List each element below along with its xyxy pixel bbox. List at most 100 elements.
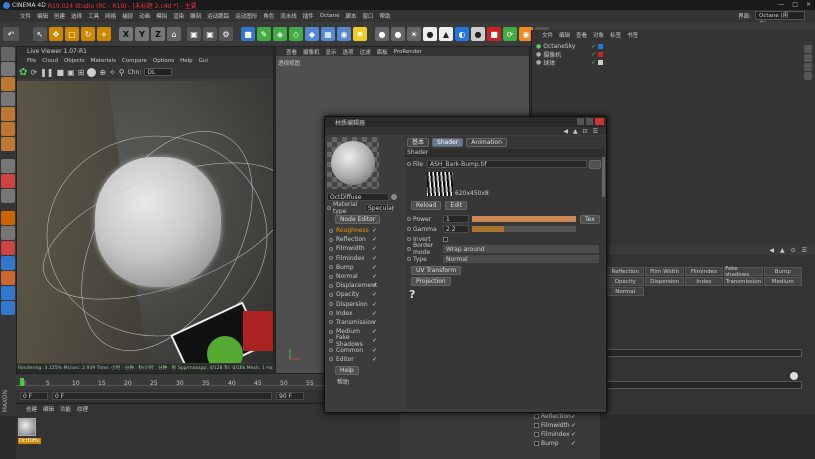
- menu-item-mesh[interactable]: 网格: [105, 12, 116, 20]
- pick-icon[interactable]: ✧: [109, 68, 116, 77]
- pause-icon[interactable]: ❚❚: [40, 68, 53, 77]
- close-button[interactable]: ×: [806, 1, 811, 8]
- channel-row[interactable]: Dispersion ✓: [329, 300, 403, 309]
- om-icon-4[interactable]: [804, 72, 812, 80]
- points-mode-icon[interactable]: [1, 107, 15, 121]
- tweak-icon[interactable]: [1, 174, 15, 188]
- menu-item-create[interactable]: 创建: [54, 12, 65, 20]
- move-tool-icon[interactable]: ✥: [49, 27, 63, 41]
- channel-check[interactable]: ✓: [372, 347, 377, 354]
- om-menu-tags[interactable]: 标签: [610, 31, 621, 39]
- octane-sun-icon[interactable]: ☀: [407, 27, 421, 41]
- octane-material-icon[interactable]: ●: [471, 27, 485, 41]
- minimize-button[interactable]: —: [778, 1, 784, 8]
- uv-transform-button[interactable]: UV Transform: [411, 266, 462, 275]
- region-icon[interactable]: ▣: [67, 68, 75, 77]
- tag-icon[interactable]: [598, 51, 604, 57]
- tab-animation[interactable]: Animation: [466, 137, 507, 147]
- tex-button[interactable]: Tex: [580, 214, 600, 224]
- channel-row[interactable]: Common ✓: [329, 345, 403, 354]
- make-editable-icon[interactable]: [1, 47, 15, 61]
- sculpt-icon[interactable]: [1, 271, 15, 285]
- magnet-icon[interactable]: [1, 211, 15, 225]
- channel-check[interactable]: ✓: [372, 245, 377, 252]
- channel-row[interactable]: Filmindex ✓: [329, 254, 403, 263]
- material-name-menu-icon[interactable]: [391, 194, 397, 200]
- channel-check[interactable]: ✓: [372, 301, 377, 308]
- axis-x-button[interactable]: X: [119, 27, 133, 41]
- channel-select[interactable]: DL: [144, 68, 173, 76]
- material-preview[interactable]: [327, 137, 379, 189]
- file-browse-button[interactable]: [589, 159, 601, 169]
- gamma-field[interactable]: 2.2: [443, 225, 469, 233]
- channel-check[interactable]: ✓: [372, 273, 377, 280]
- menu-item-script[interactable]: 脚本: [346, 12, 357, 20]
- channel-row[interactable]: Editor ✓: [329, 355, 403, 364]
- vp-menu-camera[interactable]: 摄像机: [303, 48, 320, 56]
- menu-item-mograph[interactable]: 运动图形: [235, 12, 257, 20]
- me-up-icon[interactable]: ▲: [573, 128, 578, 135]
- scene-icon[interactable]: ▦: [321, 27, 335, 41]
- hair-icon[interactable]: [1, 301, 15, 315]
- channel-check[interactable]: ✓: [372, 282, 377, 289]
- transform-tool-icon[interactable]: +: [97, 27, 111, 41]
- channel-check[interactable]: ✓: [372, 337, 377, 344]
- me-close-button[interactable]: [595, 118, 604, 125]
- material-tag-icon[interactable]: [598, 59, 604, 65]
- mm-menu-create[interactable]: 创建: [26, 405, 37, 413]
- menu-item-window[interactable]: 窗口: [363, 12, 374, 20]
- menu-item-help[interactable]: 帮助: [380, 12, 391, 20]
- grid-opacity[interactable]: Opacity: [606, 277, 645, 286]
- om-icon-2[interactable]: [804, 54, 812, 62]
- projection-button[interactable]: Projection: [411, 277, 451, 286]
- channel-check[interactable]: ✓: [372, 236, 377, 243]
- vp-menu-filter[interactable]: 过滤: [360, 48, 371, 56]
- stop-icon[interactable]: ■: [57, 68, 65, 77]
- playhead[interactable]: [20, 378, 24, 386]
- camera-icon[interactable]: ◉: [337, 27, 351, 41]
- live-select-icon[interactable]: [1, 159, 15, 173]
- pen-icon[interactable]: ✎: [257, 27, 271, 41]
- attr-bottom-row[interactable]: Reflection ✓: [534, 412, 576, 421]
- menu-item-motion-tracking[interactable]: 运动跟踪: [207, 12, 229, 20]
- type-select[interactable]: Normal: [443, 255, 599, 263]
- grid-bump[interactable]: Bump: [763, 267, 802, 276]
- attr-nav-menu-icon[interactable]: ☰: [802, 247, 807, 254]
- me-back-icon[interactable]: ◀: [563, 128, 568, 135]
- grid-reflection[interactable]: Reflection: [606, 267, 645, 276]
- vp-menu-prorender[interactable]: ProRender: [394, 49, 422, 55]
- lv-menu-options[interactable]: Options: [153, 58, 174, 64]
- render-view-icon[interactable]: ▣: [187, 27, 201, 41]
- vp-menu-view[interactable]: 查看: [286, 48, 297, 56]
- octane-ball-icon[interactable]: ●: [423, 27, 437, 41]
- workplane-icon[interactable]: [1, 92, 15, 106]
- help-button[interactable]: Help: [335, 365, 359, 375]
- menu-item-octane[interactable]: Octane: [320, 13, 340, 19]
- om-menu-view[interactable]: 查看: [576, 31, 587, 39]
- octane-render-icon[interactable]: ✿: [19, 67, 27, 78]
- channel-check[interactable]: ✓: [372, 227, 377, 234]
- lv-menu-help[interactable]: Help: [180, 58, 193, 64]
- grid-index[interactable]: Index: [684, 277, 724, 286]
- me-maximize-button[interactable]: [586, 118, 593, 125]
- attr-bottom-row[interactable]: Filmindex ✓: [534, 430, 576, 439]
- lv-menu-materials[interactable]: Materials: [91, 58, 116, 64]
- grid-dispersion[interactable]: Dispersion: [645, 277, 684, 286]
- channel-check[interactable]: ✓: [372, 356, 377, 363]
- grid-transmission[interactable]: Transmission: [724, 277, 763, 286]
- menu-item-plugins[interactable]: 插件: [303, 12, 314, 20]
- channel-row[interactable]: Fake Shadows ✓: [329, 334, 403, 348]
- channel-row[interactable]: Displacement ✓: [329, 281, 403, 290]
- vp-menu-display[interactable]: 显示: [326, 48, 337, 56]
- axis-icon[interactable]: [1, 189, 15, 203]
- menu-item-sculpt[interactable]: 雕刻: [190, 12, 201, 20]
- mograph-icon[interactable]: [1, 286, 15, 300]
- grid-normal[interactable]: Normal: [606, 287, 645, 296]
- reload-button[interactable]: Reload: [411, 201, 442, 210]
- grid-filmindex[interactable]: Filmindex: [684, 267, 724, 276]
- tab-shader[interactable]: Shader: [432, 137, 464, 147]
- tab-basic[interactable]: 基本: [407, 137, 430, 147]
- edges-mode-icon[interactable]: [1, 122, 15, 136]
- current-frame-field[interactable]: 0 F: [20, 392, 48, 400]
- channel-check[interactable]: ✓: [372, 255, 377, 262]
